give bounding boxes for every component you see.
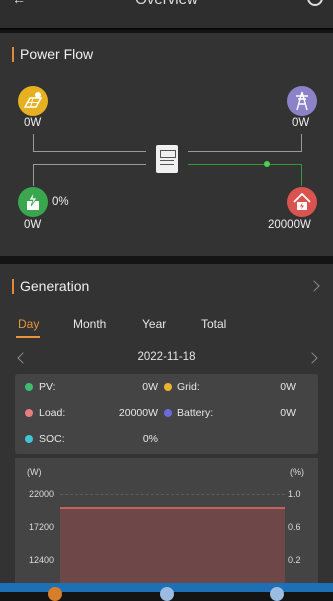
soc-legend-dot	[25, 435, 33, 443]
generation-chart: (W) (%) 22000 17200 12400 1.0 0.6 0.2	[15, 458, 318, 592]
inverter-icon[interactable]	[156, 145, 178, 173]
load-flow-line-vertical	[301, 164, 302, 186]
transmission-tower-icon[interactable]	[287, 86, 317, 116]
load-flow-line	[188, 164, 302, 165]
battery-stat-label: Battery:	[177, 407, 214, 419]
right-tick-label: 1.0	[288, 489, 301, 499]
soc-stat-value: 0%	[142, 433, 158, 445]
load-series-line	[60, 506, 285, 509]
pv-stat-label: PV:	[39, 381, 56, 393]
home-nav-icon[interactable]	[48, 587, 62, 601]
right-tick-label: 0.2	[288, 555, 301, 565]
tab-year[interactable]: Year	[142, 317, 166, 331]
bottom-navigation	[0, 583, 333, 601]
left-tick-label: 22000	[29, 489, 55, 499]
gridline	[60, 494, 285, 495]
generation-stats: PV: 0W Grid: 0W Load: 20000W Battery: 0W…	[15, 374, 318, 454]
profile-nav-icon[interactable]	[270, 587, 284, 601]
generation-card: Generation Day Month Year Total 2022-11-…	[0, 264, 333, 592]
battery-legend-dot	[164, 409, 172, 417]
chevron-right-icon[interactable]	[308, 280, 320, 292]
battery-percent: 0%	[52, 196, 69, 208]
battery-charging-icon[interactable]	[18, 187, 48, 217]
right-tick-label: 0.6	[288, 522, 301, 532]
load-series-area	[60, 507, 285, 587]
load-value: 20000W	[268, 219, 311, 231]
grid-stat-label: Grid:	[177, 381, 200, 393]
load-stat-value: 20000W	[118, 407, 158, 419]
soc-stat-label: SOC:	[39, 433, 65, 445]
pv-value: 0W	[24, 117, 42, 129]
grid-legend-dot	[164, 383, 172, 391]
load-legend-dot	[25, 409, 33, 417]
left-tick-label: 17200	[29, 522, 55, 532]
pv-stat-value: 0W	[142, 381, 158, 393]
grid-stat-value: 0W	[280, 381, 296, 393]
power-flow-card: Power Flow 0W 0W 0% 0W 20000W	[0, 33, 333, 256]
tab-month[interactable]: Month	[73, 317, 106, 331]
tab-total[interactable]: Total	[201, 317, 226, 331]
right-axis-unit: (%)	[290, 467, 304, 477]
top-bar: ← Overview	[0, 0, 333, 30]
pv-legend-dot	[25, 383, 33, 391]
grid-flow-line	[188, 151, 301, 152]
battery-flow-line-vertical	[33, 164, 34, 186]
page-title: Overview	[0, 0, 333, 8]
solar-panel-icon[interactable]	[18, 86, 48, 116]
battery-stat-value: 0W	[280, 407, 296, 419]
pv-flow-line	[33, 151, 146, 152]
grid-value: 0W	[292, 117, 310, 129]
grid-flow-line-vertical	[301, 134, 302, 152]
pv-flow-line-vertical	[33, 134, 34, 152]
power-flow-title: Power Flow	[12, 47, 93, 62]
battery-value: 0W	[24, 219, 42, 231]
tab-day[interactable]: Day	[18, 317, 39, 331]
active-tab-indicator	[16, 336, 40, 338]
load-flow-indicator	[264, 161, 270, 167]
load-stat-label: Load:	[39, 407, 66, 419]
battery-flow-line	[33, 164, 146, 165]
left-tick-label: 12400	[29, 555, 55, 565]
left-axis-unit: (W)	[27, 467, 42, 477]
home-icon[interactable]	[287, 187, 317, 217]
generation-title: Generation	[12, 279, 89, 294]
selected-date[interactable]: 2022-11-18	[0, 351, 333, 363]
device-nav-icon[interactable]	[160, 587, 174, 601]
